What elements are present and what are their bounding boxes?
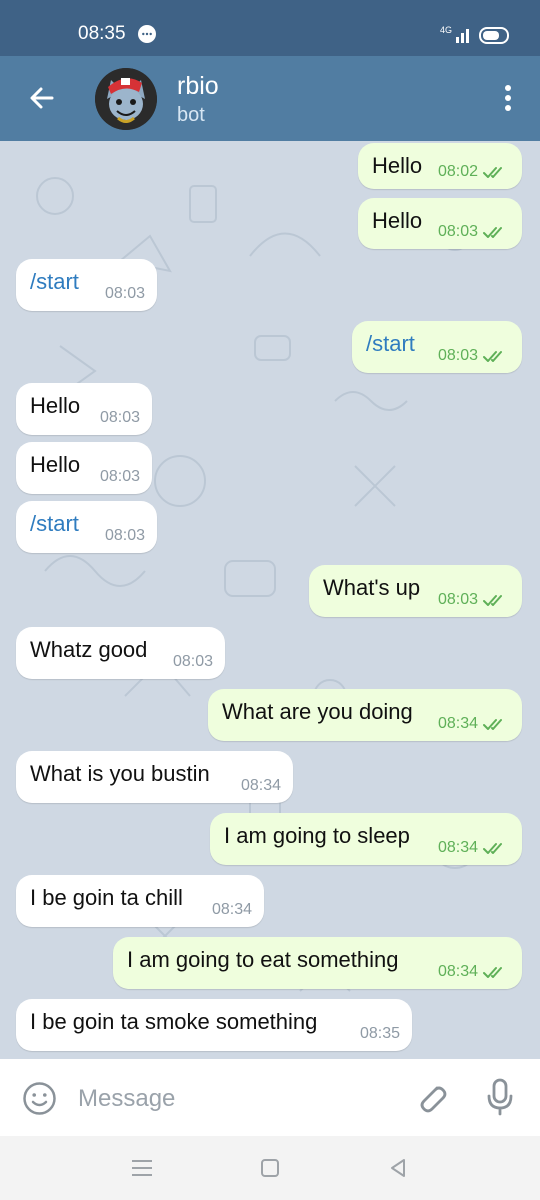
message-time: 08:34 [211, 901, 252, 918]
message-text: I am going to eat something [127, 947, 399, 972]
paperclip-icon[interactable] [414, 1080, 448, 1116]
message-input[interactable] [78, 1081, 398, 1116]
incoming-message[interactable]: What is you bustin 08:34 [16, 751, 293, 803]
message-time: 08:03 [437, 591, 478, 608]
smile-icon[interactable] [22, 1081, 57, 1116]
double-check-icon [483, 351, 502, 362]
double-check-icon [483, 719, 502, 730]
message-time: 08:34 [240, 777, 281, 794]
incoming-message[interactable]: /start 08:03 [16, 259, 157, 311]
message-text: What are you doing [222, 699, 413, 724]
command-text[interactable]: /start [30, 510, 79, 538]
message-text: Hello [30, 452, 81, 477]
message-text: I be goin ta chill [30, 885, 183, 910]
message-text: What is you bustin [30, 761, 210, 786]
double-check-icon [483, 967, 502, 978]
message-text: Hello [372, 153, 423, 178]
message-time: 08:02 [437, 163, 478, 180]
command-text[interactable]: /start [366, 330, 415, 358]
outgoing-message[interactable]: I am going to sleep 08:34 [210, 813, 522, 865]
home-icon[interactable] [256, 1154, 284, 1182]
status-icons: 4G [440, 25, 509, 44]
double-check-icon [483, 167, 502, 178]
arrow-left-icon [30, 87, 54, 109]
back-button[interactable] [24, 80, 60, 116]
double-check-icon [483, 227, 502, 238]
message-text: I am going to sleep [224, 823, 410, 848]
incoming-message[interactable]: Whatz good 08:03 [16, 627, 225, 679]
message-input-bar [0, 1059, 540, 1136]
avatar[interactable] [95, 68, 157, 130]
system-navigation-bar [0, 1136, 540, 1200]
status-bar: 08:35 4G [0, 0, 540, 56]
double-check-icon [483, 843, 502, 854]
message-time: 08:03 [172, 653, 213, 670]
incoming-message[interactable]: I be goin ta smoke something 08:35 [16, 999, 412, 1051]
more-vertical-icon [505, 85, 511, 111]
outgoing-message[interactable]: Hello 08:03 [358, 198, 522, 249]
message-time: 08:34 [437, 963, 478, 980]
message-text: What's up [323, 575, 421, 600]
outgoing-message[interactable]: What's up 08:03 [309, 565, 522, 617]
outgoing-message[interactable]: What are you doing 08:34 [208, 689, 522, 741]
bot-avatar-image [95, 68, 157, 130]
outgoing-message[interactable]: /start 08:03 [352, 321, 522, 373]
back-nav-icon[interactable] [384, 1154, 412, 1182]
incoming-message[interactable]: Hello 08:03 [16, 442, 152, 494]
incoming-message[interactable]: I be goin ta chill 08:34 [16, 875, 264, 927]
message-time: 08:03 [437, 223, 478, 240]
message-text: Whatz good [30, 637, 148, 662]
chat-header: rbio bot [0, 56, 540, 141]
outgoing-message[interactable]: I am going to eat something 08:34 [113, 937, 522, 989]
outgoing-message[interactable]: Hello 08:02 [358, 143, 522, 189]
menu-icon[interactable] [128, 1154, 156, 1182]
message-time: 08:03 [104, 285, 145, 302]
status-time: 08:35 [78, 23, 126, 44]
message-time: 08:03 [437, 347, 478, 364]
message-time: 08:34 [437, 715, 478, 732]
command-text[interactable]: /start [30, 268, 79, 296]
message-text: Hello [30, 393, 81, 418]
message-time: 08:03 [104, 527, 145, 544]
more-options-button[interactable] [498, 78, 518, 118]
incoming-message[interactable]: Hello 08:03 [16, 383, 152, 435]
incoming-message[interactable]: /start 08:03 [16, 501, 157, 553]
chat-message-area[interactable]: Hello 08:02 Hello 08:03/start 08:03/start 08:… [0, 141, 540, 1059]
message-text: I be goin ta smoke something [30, 1009, 318, 1034]
microphone-icon[interactable] [485, 1078, 515, 1116]
double-check-icon [483, 595, 502, 606]
message-time: 08:35 [359, 1025, 400, 1042]
message-notification-icon [138, 25, 156, 43]
message-time: 08:34 [437, 839, 478, 856]
message-time: 08:03 [99, 468, 140, 485]
chat-title[interactable]: rbio [177, 71, 219, 101]
chat-subtitle: bot [177, 104, 205, 126]
message-time: 08:03 [99, 409, 140, 426]
network-type: 4G [440, 25, 452, 35]
message-text: Hello [372, 208, 423, 233]
